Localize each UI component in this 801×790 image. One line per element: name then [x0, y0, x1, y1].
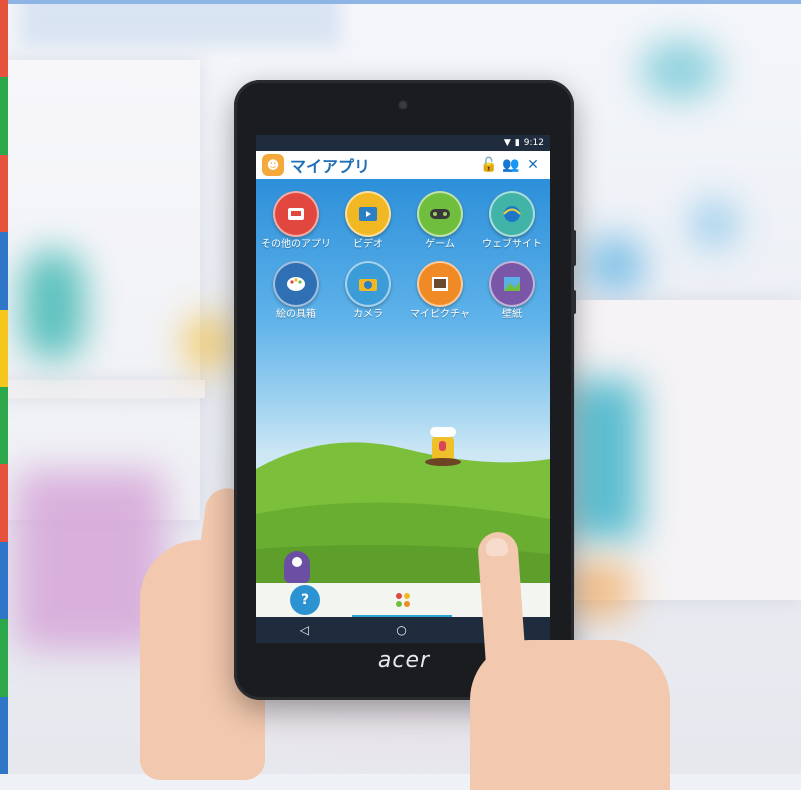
status-time: 9:12	[523, 138, 544, 148]
app-camera[interactable]: カメラ	[332, 261, 404, 321]
app-paint[interactable]: 絵の具箱	[260, 261, 332, 321]
tablet-device: ▼ ▮ 9:12 ☻ マイアプリ 🔓 👥 ✕ その他のアプリ ビデオ ゲーム ウ…	[234, 80, 576, 700]
worm-eyes	[430, 427, 456, 437]
monster-eye	[292, 557, 302, 567]
wifi-icon: ▼	[503, 138, 511, 148]
wall-frame	[20, 0, 340, 46]
volume-button	[572, 230, 576, 266]
nav-apps[interactable]	[388, 585, 418, 615]
camera-icon	[345, 261, 391, 307]
close-icon: ✕	[527, 157, 539, 173]
app-video[interactable]: ビデオ	[332, 191, 404, 251]
status-bar: ▼ ▮ 9:12	[256, 135, 550, 151]
app-label: ゲーム	[425, 239, 455, 250]
blue-star-decoration	[585, 235, 645, 295]
teal-box-right	[570, 380, 640, 540]
lock-icon: 🔓	[480, 157, 498, 173]
apps-grid-icon	[396, 593, 410, 607]
app-website[interactable]: ウェブサイト	[476, 191, 548, 251]
home-icon[interactable]: ○	[396, 623, 406, 637]
blue-star-decoration-2	[690, 200, 738, 248]
worm-hole	[425, 458, 461, 466]
battery-icon: ▮	[514, 138, 520, 148]
worm-mascot[interactable]	[425, 427, 461, 467]
purple-monster-mascot[interactable]	[284, 551, 310, 583]
paint-palette-icon	[273, 261, 319, 307]
app-label: その他のアプリ	[261, 239, 331, 250]
app-label: マイピクチャ	[410, 309, 470, 320]
app-title: マイアプリ	[290, 157, 371, 176]
front-camera	[398, 100, 408, 110]
back-icon[interactable]: ◁	[300, 623, 309, 637]
app-wallpaper[interactable]: 壁紙	[476, 261, 548, 321]
yellow-toy	[185, 315, 231, 371]
video-icon	[345, 191, 391, 237]
app-launcher-area: その他のアプリ ビデオ ゲーム ウェブサイト 絵の具箱 カメラ マイピクチャ 壁…	[256, 179, 550, 589]
website-icon	[489, 191, 535, 237]
teal-bottle	[22, 250, 84, 360]
worm-tongue	[439, 441, 446, 451]
help-mascot-icon: ?	[300, 592, 310, 608]
left-color-stripe	[0, 0, 8, 774]
app-label: ウェブサイト	[482, 239, 542, 250]
users-icon: 👥	[502, 157, 520, 173]
top-accent-bar	[0, 0, 801, 4]
close-button[interactable]: ✕	[522, 157, 544, 173]
app-grid: その他のアプリ ビデオ ゲーム ウェブサイト 絵の具箱 カメラ マイピクチャ 壁…	[256, 191, 550, 321]
fingernail	[485, 537, 509, 557]
my-pictures-icon	[417, 261, 463, 307]
app-game[interactable]: ゲーム	[404, 191, 476, 251]
app-other-apps[interactable]: その他のアプリ	[260, 191, 332, 251]
power-button	[572, 290, 576, 314]
app-my-pictures[interactable]: マイピクチャ	[404, 261, 476, 321]
shelf-board	[0, 380, 205, 398]
app-label: ビデオ	[353, 239, 383, 250]
other-apps-icon	[273, 191, 319, 237]
profiles-button[interactable]: 👥	[500, 157, 522, 173]
wallpaper-icon	[489, 261, 535, 307]
app-label: カメラ	[353, 309, 383, 320]
mascot-logo-icon: ☻	[262, 154, 284, 176]
game-icon	[417, 191, 463, 237]
teal-cup	[640, 40, 720, 100]
lock-button[interactable]: 🔓	[478, 157, 500, 173]
app-bar: ☻ マイアプリ 🔓 👥 ✕	[256, 151, 550, 179]
nav-help[interactable]: ?	[290, 585, 320, 615]
app-label: 壁紙	[502, 309, 522, 320]
app-label: 絵の具箱	[276, 309, 316, 320]
orange-box-right	[565, 560, 635, 620]
